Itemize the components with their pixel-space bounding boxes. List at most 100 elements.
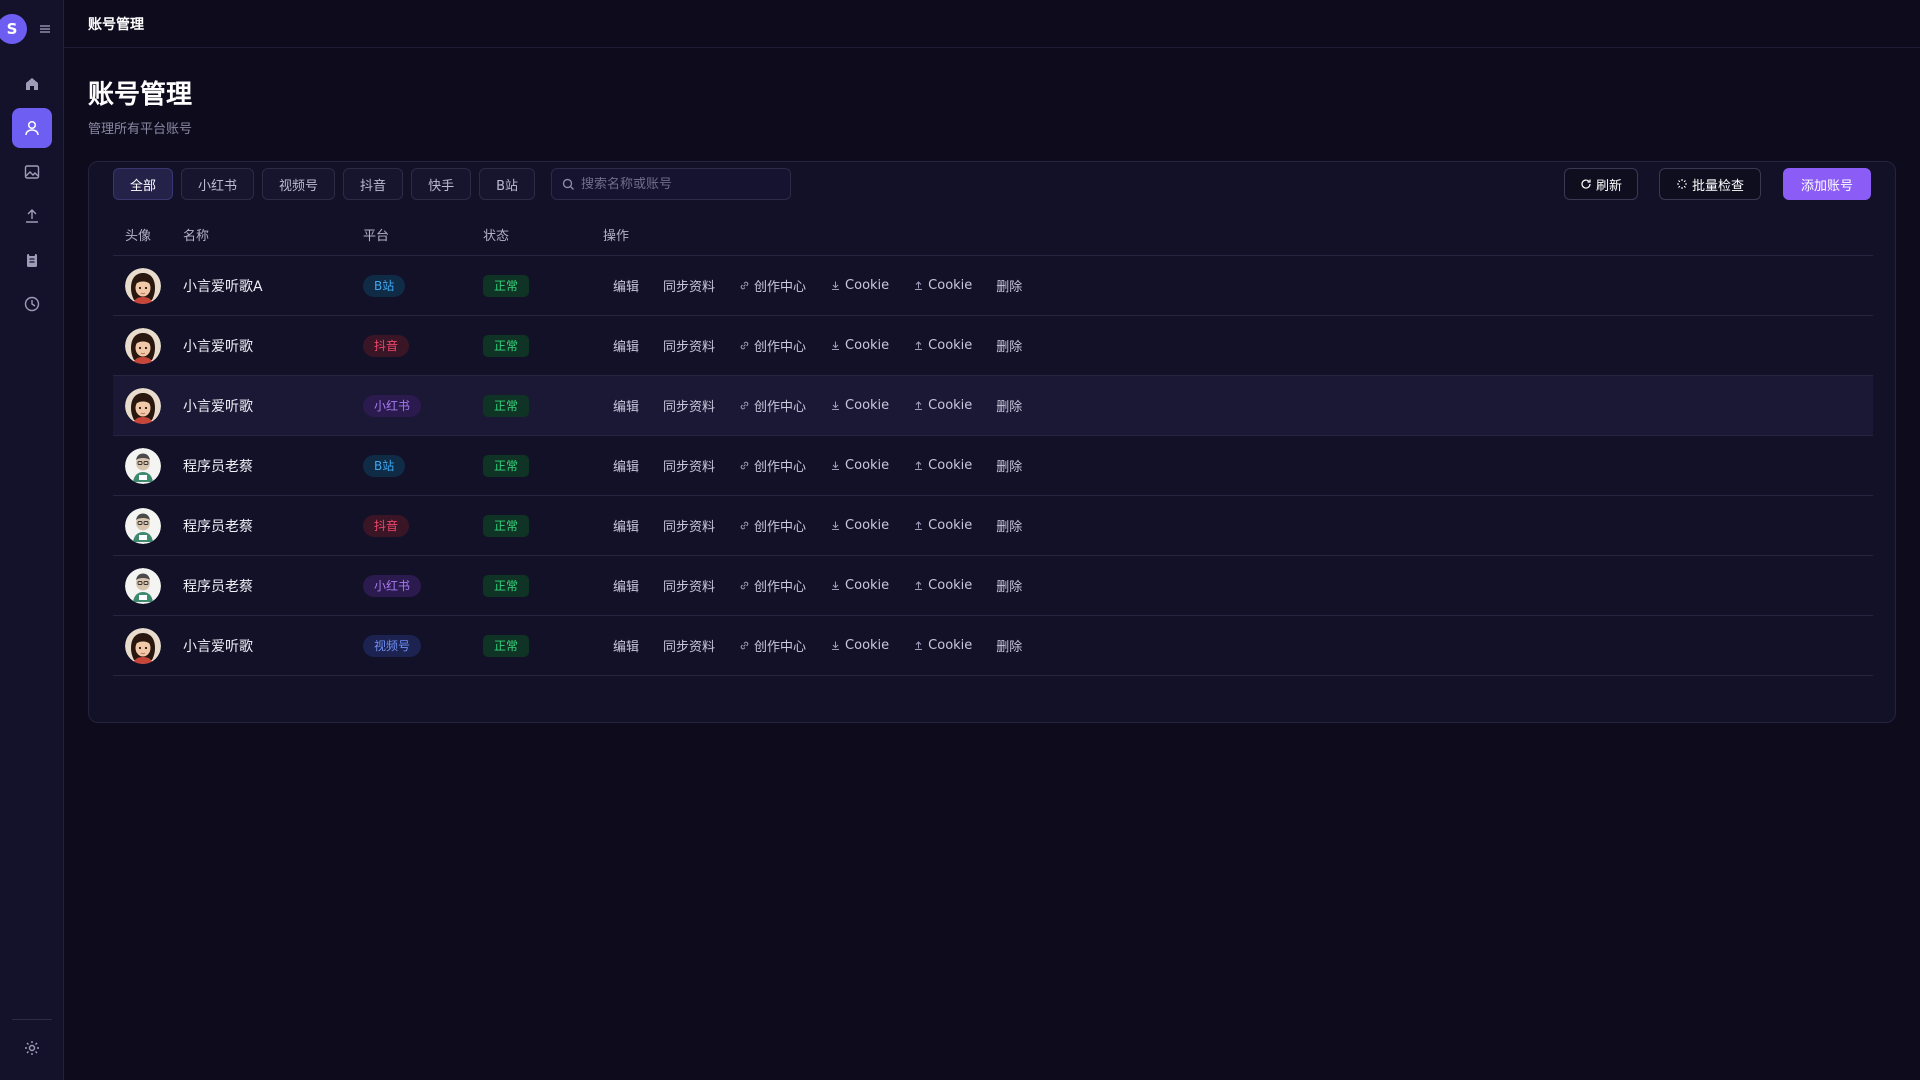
cookie-upload-button[interactable]: Cookie — [913, 518, 972, 533]
creator-center-link[interactable]: 创作中心 — [739, 456, 806, 475]
home-icon — [26, 78, 38, 90]
refresh-button[interactable]: 刷新 — [1564, 168, 1638, 200]
account-name[interactable]: 小言爱听歌 — [183, 339, 253, 355]
add-account-button[interactable]: 添加账号 — [1783, 168, 1871, 200]
cookie-upload-button[interactable]: Cookie — [913, 638, 972, 653]
table-row: 小言爱听歌A B站 正常 编辑 同步资料 创作中心 Cookie Cookie … — [113, 256, 1873, 316]
cookie-upload-button[interactable]: Cookie — [913, 278, 972, 293]
cookie-download-button[interactable]: Cookie — [830, 278, 889, 293]
status-badge: 正常 — [483, 574, 530, 597]
cookie-upload-label: Cookie — [928, 278, 973, 293]
delete-button[interactable]: 删除 — [996, 576, 1022, 595]
accounts-table: 头像 名称 平台 状态 操作 小言爱听歌A B站 正常 编辑 同步资料 创作中心… — [113, 214, 1873, 676]
settings-icon — [25, 1041, 39, 1055]
sync-profile-button[interactable]: 同步资料 — [663, 396, 715, 415]
sync-profile-button[interactable]: 同步资料 — [663, 336, 715, 355]
delete-button[interactable]: 删除 — [996, 336, 1022, 355]
search-input[interactable] — [581, 176, 781, 192]
nav-settings[interactable] — [12, 1028, 52, 1068]
creator-center-link[interactable]: 创作中心 — [739, 516, 806, 535]
tab-douyin[interactable]: 抖音 — [343, 168, 404, 200]
sync-profile-button[interactable]: 同步资料 — [663, 456, 715, 475]
edit-button[interactable]: 编辑 — [613, 456, 639, 475]
girl-avatar — [125, 327, 161, 364]
creator-center-link[interactable]: 创作中心 — [739, 336, 806, 355]
tab-bilibili[interactable]: B站 — [479, 168, 535, 200]
cookie-download-button[interactable]: Cookie — [830, 398, 889, 413]
nav-history[interactable] — [12, 284, 52, 324]
account-name[interactable]: 小言爱听歌A — [183, 279, 263, 295]
tab-kuaishou[interactable]: 快手 — [411, 168, 472, 200]
edit-button[interactable]: 编辑 — [613, 276, 639, 295]
cookie-upload-label: Cookie — [928, 518, 973, 533]
creator-center-label: 创作中心 — [754, 280, 807, 295]
account-name[interactable]: 小言爱听歌 — [183, 399, 253, 415]
header-avatar: 头像 — [125, 229, 152, 244]
creator-center-link[interactable]: 创作中心 — [739, 576, 806, 595]
sync-profile-button[interactable]: 同步资料 — [663, 636, 715, 655]
sync-profile-button[interactable]: 同步资料 — [663, 576, 715, 595]
status-badge: 正常 — [483, 394, 530, 417]
cookie-download-button[interactable]: Cookie — [830, 338, 889, 353]
delete-button[interactable]: 删除 — [996, 516, 1022, 535]
table-row: 小言爱听歌 抖音 正常 编辑 同步资料 创作中心 Cookie Cookie 删… — [113, 316, 1873, 376]
app-logo[interactable]: S — [0, 14, 27, 44]
cookie-download-button[interactable]: Cookie — [830, 638, 889, 653]
creator-center-link[interactable]: 创作中心 — [739, 636, 806, 655]
table-row: 小言爱听歌 视频号 正常 编辑 同步资料 创作中心 Cookie Cookie … — [113, 616, 1873, 676]
cookie-upload-label: Cookie — [928, 338, 973, 353]
refresh-icon — [1581, 179, 1591, 189]
batch-check-button[interactable]: 批量检查 — [1659, 168, 1761, 200]
cookie-download-button[interactable]: Cookie — [830, 458, 889, 473]
table-row: 程序员老蔡 抖音 正常 编辑 同步资料 创作中心 Cookie Cookie 删… — [113, 496, 1873, 556]
nav-media[interactable] — [12, 152, 52, 192]
clipboard-icon — [27, 253, 37, 267]
cookie-upload-button[interactable]: Cookie — [913, 578, 972, 593]
account-name[interactable]: 程序员老蔡 — [183, 519, 253, 535]
delete-button[interactable]: 删除 — [996, 636, 1022, 655]
download-icon — [832, 581, 840, 590]
status-badge: 正常 — [483, 334, 530, 357]
nav-accounts[interactable] — [12, 108, 52, 148]
upload-icon — [915, 401, 923, 410]
platform-badge: B站 — [363, 454, 406, 477]
table-row: 小言爱听歌 小红书 正常 编辑 同步资料 创作中心 Cookie Cookie … — [113, 376, 1873, 436]
nav-home[interactable] — [12, 64, 52, 104]
topbar-title: 账号管理 — [88, 16, 144, 33]
nav-publish[interactable] — [12, 196, 52, 236]
user-icon — [25, 120, 39, 136]
search-box[interactable] — [551, 168, 791, 200]
delete-button[interactable]: 删除 — [996, 276, 1022, 295]
tab-xiaohongshu[interactable]: 小红书 — [181, 168, 255, 200]
nav-tasks[interactable] — [12, 240, 52, 280]
edit-button[interactable]: 编辑 — [613, 576, 639, 595]
creator-center-link[interactable]: 创作中心 — [739, 396, 806, 415]
delete-button[interactable]: 删除 — [996, 396, 1022, 415]
cookie-download-button[interactable]: Cookie — [830, 578, 889, 593]
menu-toggle-icon[interactable] — [38, 22, 52, 36]
cookie-upload-button[interactable]: Cookie — [913, 458, 972, 473]
table-row: 程序员老蔡 小红书 正常 编辑 同步资料 创作中心 Cookie Cookie … — [113, 556, 1873, 616]
loader-icon — [1676, 179, 1687, 189]
tab-all[interactable]: 全部 — [113, 168, 174, 200]
creator-center-label: 创作中心 — [754, 340, 807, 355]
edit-button[interactable]: 编辑 — [613, 396, 639, 415]
edit-button[interactable]: 编辑 — [613, 516, 639, 535]
sync-profile-button[interactable]: 同步资料 — [663, 516, 715, 535]
download-icon — [832, 641, 840, 650]
account-name[interactable]: 程序员老蔡 — [183, 579, 253, 595]
delete-button[interactable]: 删除 — [996, 456, 1022, 475]
edit-button[interactable]: 编辑 — [613, 336, 639, 355]
account-name[interactable]: 程序员老蔡 — [183, 459, 253, 475]
cookie-upload-button[interactable]: Cookie — [913, 398, 972, 413]
creator-center-link[interactable]: 创作中心 — [739, 276, 806, 295]
cookie-download-button[interactable]: Cookie — [830, 518, 889, 533]
cookie-upload-button[interactable]: Cookie — [913, 338, 972, 353]
account-name[interactable]: 小言爱听歌 — [183, 639, 253, 655]
accounts-card: 全部 小红书 视频号 抖音 快手 B站 刷新 批量检查 添加账号 头像 名称 平… — [88, 161, 1896, 723]
edit-button[interactable]: 编辑 — [613, 636, 639, 655]
tab-shipinhao[interactable]: 视频号 — [262, 168, 336, 200]
coder-avatar — [125, 507, 161, 544]
sync-profile-button[interactable]: 同步资料 — [663, 276, 715, 295]
cookie-upload-label: Cookie — [928, 638, 973, 653]
